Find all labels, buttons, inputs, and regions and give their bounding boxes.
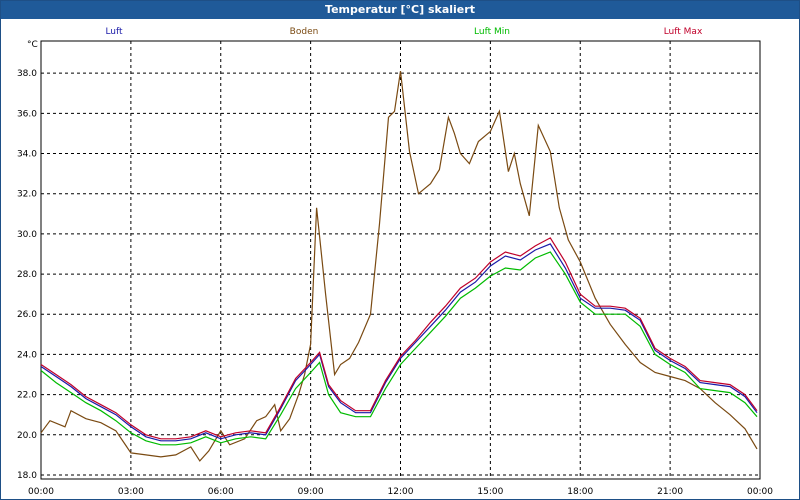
x-tick-time: 21:00	[657, 487, 683, 497]
chart-window: Temperatur [°C] skaliert Luft Boden Luft M…	[0, 0, 800, 500]
series-line-luft	[40, 243, 758, 442]
x-tick-time: 09:00	[298, 487, 324, 497]
y-tick-label: 20.0	[17, 431, 37, 441]
y-tick-label: 34.0	[17, 150, 37, 160]
x-tick-time: 12:00	[388, 487, 414, 497]
x-tick-time: 06:00	[208, 487, 234, 497]
series-line-luft-max	[40, 237, 758, 440]
y-tick-label: 38.0	[17, 69, 37, 79]
legend-item: Luft	[105, 27, 123, 37]
x-tick-time: 00:00	[28, 487, 54, 497]
temperature-chart: Luft Boden Luft Min Luft Max °C 18.0 20.0 22.…	[17, 27, 773, 497]
legend-item: Luft Max	[664, 27, 703, 37]
y-tick-label: 28.0	[17, 270, 37, 280]
y-tick-label: 18.0	[17, 471, 37, 481]
x-tick-time: 00:00	[747, 487, 773, 497]
legend-item: Luft Min	[474, 27, 510, 37]
x-tick-time: 15:00	[477, 487, 503, 497]
window-title: Temperatur [°C] skaliert	[1, 1, 799, 19]
y-axis-label: °C	[27, 40, 38, 50]
x-tick-time: 18:00	[567, 487, 593, 497]
x-tick-time: 03:00	[118, 487, 144, 497]
y-tick-label: 36.0	[17, 109, 37, 119]
y-tick-label: 30.0	[17, 230, 37, 240]
series-line-luft-min	[40, 251, 758, 446]
y-tick-label: 22.0	[17, 391, 37, 401]
y-tick-label: 26.0	[17, 310, 37, 320]
series-lines	[40, 71, 758, 462]
x-axis-ticks: 00:0028.05.1703:0028.05.1706:0028.05.170…	[28, 487, 773, 497]
series-line-boden	[40, 71, 758, 462]
grid	[41, 41, 760, 479]
legend: Luft Boden Luft Min Luft Max	[105, 27, 703, 37]
y-tick-label: 24.0	[17, 350, 37, 360]
y-axis-ticks: 18.0 20.0 22.0 24.0 26.0 28.0 30.0 32.0 34.0 36.0…	[17, 69, 37, 481]
legend-item: Boden	[290, 27, 319, 37]
y-tick-label: 32.0	[17, 190, 37, 200]
